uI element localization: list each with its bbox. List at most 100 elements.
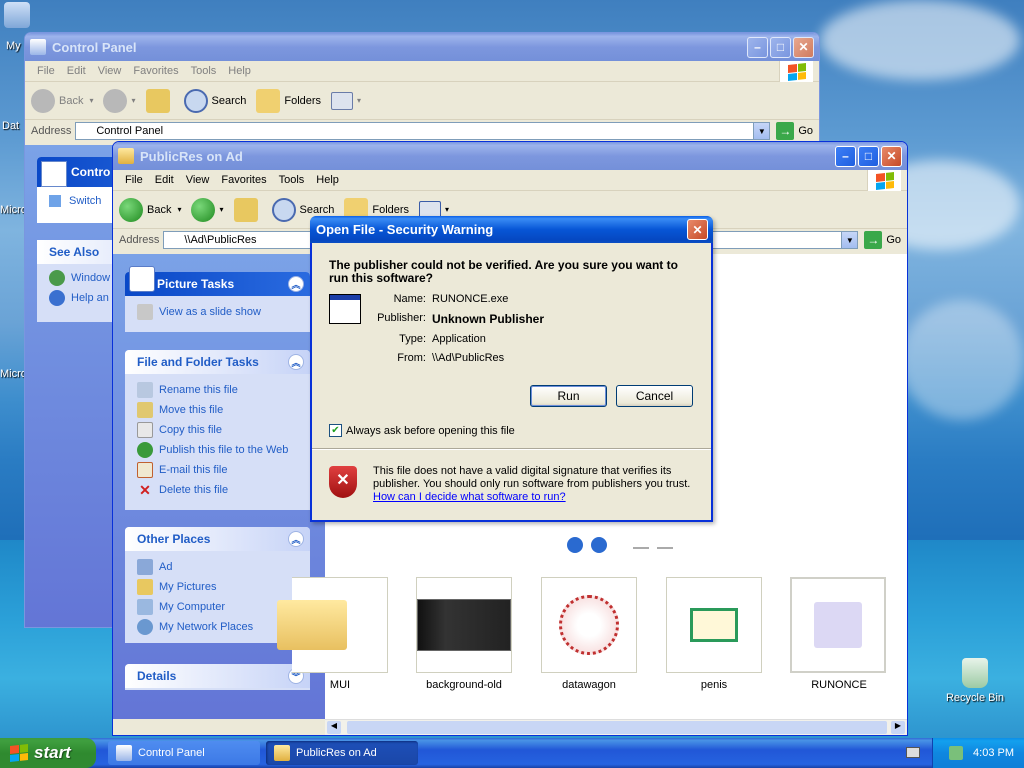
- move-file-link[interactable]: Move this file: [137, 400, 300, 420]
- file-folder-tasks-heading[interactable]: File and Folder Tasks ︽: [125, 350, 310, 374]
- menu-view[interactable]: View: [92, 65, 128, 77]
- search-icon: [271, 197, 296, 222]
- minimize-button[interactable]: –: [835, 145, 856, 167]
- publish-web-link[interactable]: Publish this file to the Web: [137, 440, 300, 460]
- scroll-thumb[interactable]: [347, 721, 887, 734]
- network-places-icon: [137, 619, 153, 635]
- search-button[interactable]: Search: [183, 88, 246, 113]
- publicres-titlebar[interactable]: PublicRes on Ad – □ ✕: [113, 142, 907, 170]
- computer-icon: [4, 2, 30, 28]
- menu-tools[interactable]: Tools: [273, 174, 311, 186]
- go-button[interactable]: → Go: [776, 122, 813, 140]
- folders-button[interactable]: Folders: [256, 88, 321, 113]
- thumbnail-background-old[interactable]: [416, 577, 512, 673]
- go-button[interactable]: → Go: [864, 231, 901, 249]
- picture-tasks-icon: [129, 266, 155, 292]
- address-value: Control Panel: [96, 125, 164, 137]
- menu-file[interactable]: File: [119, 174, 149, 186]
- forward-button[interactable]: ▾: [103, 88, 136, 113]
- start-button[interactable]: start: [0, 738, 96, 768]
- place-ad-link[interactable]: Ad: [137, 557, 300, 577]
- menu-favorites[interactable]: Favorites: [127, 65, 184, 77]
- rotate-clockwise-icon[interactable]: [633, 537, 649, 549]
- chevron-down-icon[interactable]: ▼: [841, 232, 858, 248]
- cancel-button[interactable]: Cancel: [616, 385, 693, 407]
- minimize-button[interactable]: –: [747, 36, 768, 58]
- folders-label: Folders: [372, 203, 410, 216]
- network-status-icon[interactable]: [949, 746, 964, 760]
- clock[interactable]: 4:03 PM: [973, 747, 1014, 759]
- menu-view[interactable]: View: [180, 174, 216, 186]
- scroll-right-arrow[interactable]: ▶: [891, 721, 905, 734]
- delete-file-link[interactable]: ✕ Delete this file: [137, 480, 300, 500]
- dialog-titlebar[interactable]: Open File - Security Warning ✕: [310, 216, 713, 243]
- desktop-icon-data[interactable]: Dat: [0, 120, 26, 132]
- desktop-icon-label: My: [6, 40, 21, 52]
- keyboard-icon[interactable]: [906, 747, 920, 758]
- details-heading[interactable]: Details ︾: [125, 664, 310, 688]
- help-decide-link[interactable]: How can I decide what software to run?: [373, 491, 566, 503]
- back-button[interactable]: Back ▾: [31, 88, 93, 113]
- previous-image-icon[interactable]: [567, 537, 583, 553]
- thumbnail-label: datawagon: [562, 679, 616, 691]
- thumbnail-datawagon[interactable]: [541, 577, 637, 673]
- run-button[interactable]: Run: [530, 385, 607, 407]
- close-button[interactable]: ✕: [881, 145, 902, 167]
- next-image-icon[interactable]: [591, 537, 607, 553]
- security-warning-dialog[interactable]: Open File - Security Warning ✕ The publi…: [310, 216, 713, 522]
- file-folder-tasks-box: File and Folder Tasks ︽ Rename this file …: [125, 350, 310, 510]
- control-panel-icon: [116, 745, 132, 761]
- menu-help[interactable]: Help: [222, 65, 257, 77]
- maximize-button[interactable]: □: [858, 145, 879, 167]
- always-ask-checkbox[interactable]: ✔: [329, 424, 342, 437]
- up-button[interactable]: [233, 197, 262, 222]
- menu-edit[interactable]: Edit: [149, 174, 180, 186]
- menu-help[interactable]: Help: [310, 174, 345, 186]
- computer-icon: [137, 599, 153, 615]
- taskbar-item-publicres[interactable]: PublicRes on Ad: [266, 741, 418, 765]
- back-button[interactable]: Back ▾: [119, 197, 181, 222]
- control-panel-titlebar[interactable]: Control Panel – □ ✕: [25, 33, 819, 61]
- close-button[interactable]: ✕: [687, 219, 708, 240]
- place-my-pictures-link[interactable]: My Pictures: [137, 577, 300, 597]
- scroll-left-arrow[interactable]: ◀: [327, 721, 341, 734]
- network-computer-icon: [137, 559, 153, 575]
- place-network-places-link[interactable]: My Network Places: [137, 617, 300, 637]
- menu-tools[interactable]: Tools: [185, 65, 223, 77]
- collapse-chevron-icon[interactable]: ︽: [288, 276, 304, 292]
- forward-button[interactable]: ▾: [191, 197, 224, 222]
- maximize-button[interactable]: □: [770, 36, 791, 58]
- desktop-icon-micro-2[interactable]: Micro: [0, 368, 27, 380]
- desktop-icon-micro-1[interactable]: Micro: [0, 204, 27, 216]
- place-my-computer-link[interactable]: My Computer: [137, 597, 300, 617]
- view-slide-show-link[interactable]: View as a slide show: [137, 302, 300, 322]
- menu-file[interactable]: File: [31, 65, 61, 77]
- collapse-chevron-icon[interactable]: ︽: [288, 354, 304, 370]
- email-file-link[interactable]: E-mail this file: [137, 460, 300, 480]
- slideshow-icon: [137, 304, 153, 320]
- address-input[interactable]: Control Panel ▼: [75, 122, 771, 140]
- thumbnail-mui[interactable]: [277, 577, 388, 673]
- always-ask-checkbox-row[interactable]: ✔ Always ask before opening this file: [329, 424, 515, 437]
- collapse-chevron-icon[interactable]: ︽: [288, 531, 304, 547]
- back-arrow-icon: [119, 197, 143, 222]
- up-button[interactable]: [145, 88, 174, 113]
- thumbnail-penis[interactable]: [666, 577, 762, 673]
- rename-icon: [137, 382, 153, 398]
- views-button[interactable]: ▾: [331, 91, 361, 110]
- desktop-icon-recycle-bin[interactable]: Recycle Bin: [940, 658, 1010, 704]
- rotate-counterclockwise-icon[interactable]: [657, 537, 673, 549]
- menu-edit[interactable]: Edit: [61, 65, 92, 77]
- horizontal-scrollbar[interactable]: ◀ ▶: [325, 719, 907, 735]
- copy-file-link[interactable]: Copy this file: [137, 420, 300, 440]
- thumbnail-runonce[interactable]: [790, 577, 886, 673]
- rename-file-link[interactable]: Rename this file: [137, 380, 300, 400]
- menu-favorites[interactable]: Favorites: [215, 174, 272, 186]
- chevron-down-icon[interactable]: ▼: [753, 123, 770, 139]
- desktop-icon-my[interactable]: My: [0, 2, 34, 52]
- other-places-heading[interactable]: Other Places ︽: [125, 527, 310, 551]
- screenshot-thumbnail-image: [417, 599, 511, 651]
- taskbar-item-control-panel[interactable]: Control Panel: [108, 741, 260, 765]
- close-button[interactable]: ✕: [793, 36, 814, 58]
- menu-bar: File Edit View Favorites Tools Help: [113, 170, 907, 191]
